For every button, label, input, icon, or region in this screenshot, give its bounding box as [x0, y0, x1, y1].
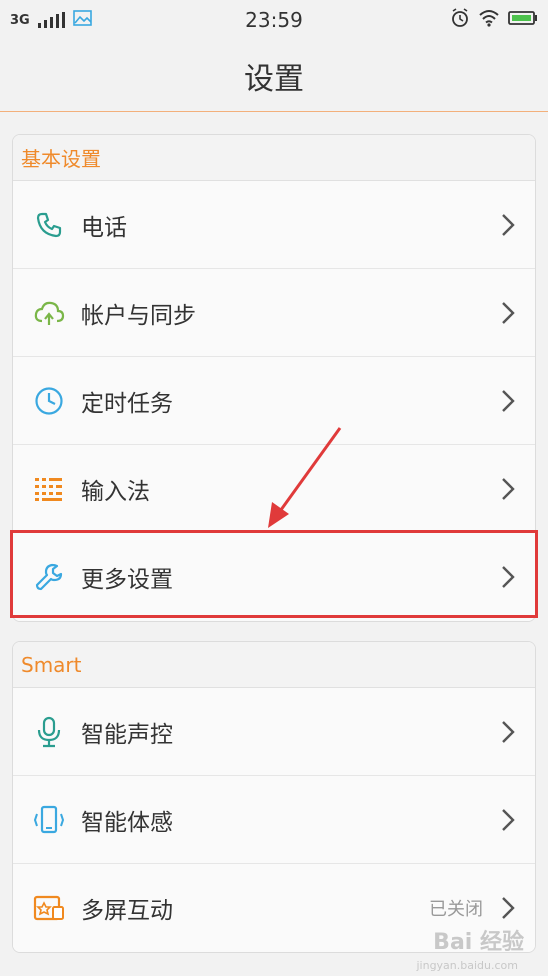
status-left: 3G: [10, 9, 93, 31]
settings-item-label: 电话: [81, 214, 127, 241]
signal-icon: [37, 12, 65, 28]
chevron-right-icon: [497, 386, 519, 416]
chevron-right-icon: [497, 805, 519, 835]
chevron-right-icon: [497, 893, 519, 923]
wifi-icon: [478, 9, 500, 31]
settings-item-label: 帐户与同步: [81, 302, 196, 329]
settings-item-label: 智能声控: [81, 721, 173, 748]
settings-item-voice-control[interactable]: 智能声控: [13, 688, 535, 776]
chevron-right-icon: [497, 474, 519, 504]
settings-item-more-settings[interactable]: 更多设置: [13, 533, 535, 621]
chevron-right-icon: [497, 298, 519, 328]
status-bar: 3G: [0, 0, 548, 40]
gallery-icon: [72, 9, 93, 31]
settings-item-label: 智能体感: [81, 809, 173, 836]
settings-item-label: 更多设置: [81, 567, 173, 593]
page-title: 设置: [244, 61, 304, 97]
cloud-sync-icon: [33, 297, 65, 329]
chevron-right-icon: [497, 210, 519, 240]
settings-item-input-method[interactable]: 输入法: [13, 445, 535, 533]
phone-icon: [33, 209, 65, 241]
multi-screen-icon: [33, 892, 65, 924]
settings-item-label: 多屏互动: [81, 898, 173, 924]
settings-item-account-sync[interactable]: 帐户与同步: [13, 269, 535, 357]
section-header: Smart: [13, 642, 535, 688]
title-bar: 设置: [0, 40, 548, 112]
settings-item-label: 输入法: [81, 478, 150, 505]
battery-icon: [508, 10, 538, 30]
settings-item-phone[interactable]: 电话: [13, 181, 535, 269]
alarm-icon: [450, 8, 470, 32]
chevron-right-icon: [497, 717, 519, 747]
settings-item-motion-sense[interactable]: 智能体感: [13, 776, 535, 864]
clock-icon: [33, 385, 65, 417]
status-value: 已关闭: [429, 899, 483, 920]
section-smart: Smart 智能声控 智能体感 多屏互动 已关闭: [12, 641, 536, 953]
watermark-sub: jingyan.baidu.com: [416, 959, 518, 972]
watermark: Bai 经验: [433, 930, 524, 955]
settings-item-scheduled-tasks[interactable]: 定时任务: [13, 357, 535, 445]
chevron-right-icon: [497, 562, 519, 592]
network-type: 3G: [10, 12, 30, 28]
status-right: [450, 8, 538, 32]
settings-item-label: 定时任务: [81, 390, 173, 417]
wrench-icon: [33, 561, 65, 593]
microphone-icon: [33, 716, 65, 748]
section-header: 基本设置: [13, 135, 535, 181]
section-basic-settings: 基本设置 电话 帐户与同步 定时任务 输入法 更多设置: [12, 134, 536, 622]
keyboard-icon: [33, 473, 65, 505]
motion-phone-icon: [33, 804, 65, 836]
